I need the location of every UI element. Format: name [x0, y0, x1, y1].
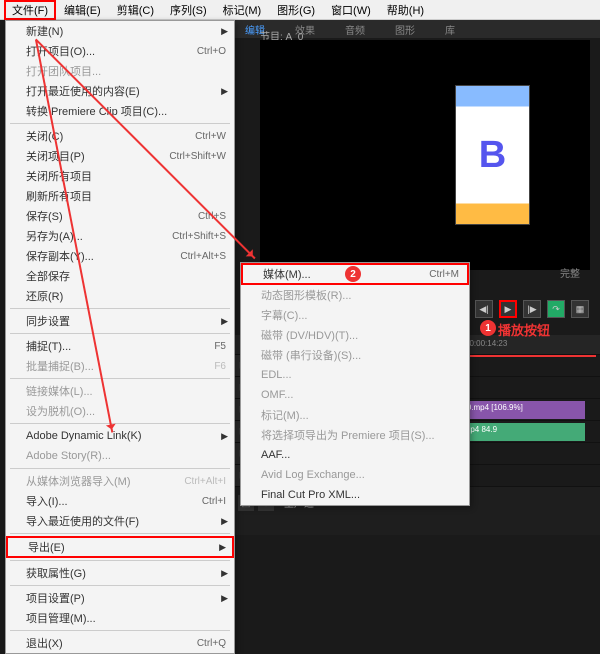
menu-file[interactable]: 文件(F) — [4, 0, 56, 20]
export-submenu: 媒体(M)...Ctrl+M动态图形模板(R)...字幕(C)...磁带 (DV… — [240, 262, 470, 506]
menu-item[interactable]: 打开最近使用的内容(E)▶ — [6, 81, 234, 101]
menu-item: 标记(M)... — [241, 405, 469, 425]
tab-graphics[interactable]: 图形 — [395, 22, 415, 37]
annotation-marker-1: 1 — [480, 320, 496, 336]
menubar: 文件(F) 编辑(E) 剪辑(C) 序列(S) 标记(M) 图形(G) 窗口(W… — [0, 0, 600, 20]
play-button[interactable]: ▶ — [499, 300, 517, 318]
tab-audio[interactable]: 音频 — [345, 22, 365, 37]
export-frame-button[interactable]: ▦ — [571, 300, 589, 318]
menu-item[interactable]: 项目管理(M)... — [6, 608, 234, 628]
menu-sequence[interactable]: 序列(S) — [162, 0, 215, 20]
menu-item[interactable]: 保存副本(Y)...Ctrl+Alt+S — [6, 246, 234, 266]
menu-item[interactable]: AAF... — [241, 445, 469, 465]
menu-item: 将选择项导出为 Premiere 项目(S)... — [241, 425, 469, 445]
menu-marker[interactable]: 标记(M) — [215, 0, 270, 20]
jump-button[interactable]: ↷ — [547, 300, 565, 318]
menu-item: Adobe Story(R)... — [6, 446, 234, 466]
menu-item: Avid Log Exchange... — [241, 465, 469, 485]
menu-help[interactable]: 帮助(H) — [379, 0, 432, 20]
preview-frame: B — [455, 85, 530, 225]
preview-content: B — [479, 134, 506, 177]
menu-item[interactable]: 还原(R) — [6, 286, 234, 306]
menu-item[interactable]: Adobe Dynamic Link(K)▶ — [6, 426, 234, 446]
transport-controls: ◀| ▶ |▶ ↷ ▦ — [475, 300, 589, 318]
tab-library[interactable]: 库 — [445, 22, 455, 37]
timeline-clip[interactable]: 0.mp4 84.9 — [455, 423, 585, 441]
prev-frame-button[interactable]: ◀| — [475, 300, 493, 318]
menu-item: 批量捕捉(B)...F6 — [6, 356, 234, 376]
menu-item[interactable]: 项目设置(P)▶ — [6, 588, 234, 608]
menu-item[interactable]: 新建(N)▶ — [6, 21, 234, 41]
menu-item[interactable]: 获取属性(G)▶ — [6, 563, 234, 583]
program-monitor — [260, 40, 590, 270]
menu-item[interactable]: 导入最近使用的文件(F)▶ — [6, 511, 234, 531]
menu-item[interactable]: 捕捉(T)...F5 — [6, 336, 234, 356]
ruler-tick: 00:00:14:23 — [465, 339, 507, 348]
menu-item: OMF... — [241, 385, 469, 405]
timeline-clip[interactable]: A_0.mp4 [106.9%] — [455, 401, 585, 419]
menu-item[interactable]: 关闭所有项目 — [6, 166, 234, 186]
menu-window[interactable]: 窗口(W) — [323, 0, 379, 20]
next-frame-button[interactable]: |▶ — [523, 300, 541, 318]
menu-item[interactable]: Final Cut Pro XML... — [241, 485, 469, 505]
menu-item[interactable]: 全部保存 — [6, 266, 234, 286]
annotation-text-1: 播放按钮 — [498, 320, 550, 339]
fit-label[interactable]: 完整 — [560, 265, 580, 280]
menu-item[interactable]: 关闭项目(P)Ctrl+Shift+W — [6, 146, 234, 166]
menu-item[interactable]: 保存(S)Ctrl+S — [6, 206, 234, 226]
menu-item: 动态图形模板(R)... — [241, 285, 469, 305]
menu-item[interactable]: 退出(X)Ctrl+Q — [6, 633, 234, 653]
menu-graphics[interactable]: 图形(G) — [269, 0, 323, 20]
menu-item[interactable]: 导出(E)▶ — [6, 536, 234, 558]
menu-clip[interactable]: 剪辑(C) — [109, 0, 162, 20]
menu-item: 字幕(C)... — [241, 305, 469, 325]
menu-item[interactable]: 关闭(C)Ctrl+W — [6, 126, 234, 146]
annotation-marker-2: 2 — [345, 266, 361, 282]
menu-edit[interactable]: 编辑(E) — [56, 0, 109, 20]
menu-item: 磁带 (串行设备)(S)... — [241, 345, 469, 365]
file-dropdown-menu: 新建(N)▶打开项目(O)...Ctrl+O打开团队项目...打开最近使用的内容… — [5, 20, 235, 654]
menu-item: 磁带 (DV/HDV)(T)... — [241, 325, 469, 345]
menu-item: EDL... — [241, 365, 469, 385]
menu-item[interactable]: 导入(I)...Ctrl+I — [6, 491, 234, 511]
menu-item[interactable]: 转换 Premiere Clip 项目(C)... — [6, 101, 234, 121]
menu-item[interactable]: 同步设置▶ — [6, 311, 234, 331]
menu-item: 设为脱机(O)... — [6, 401, 234, 421]
menu-item[interactable]: 另存为(A)...Ctrl+Shift+S — [6, 226, 234, 246]
menu-item: 链接媒体(L)... — [6, 381, 234, 401]
menu-item: 从媒体浏览器导入(M)Ctrl+Alt+I — [6, 471, 234, 491]
